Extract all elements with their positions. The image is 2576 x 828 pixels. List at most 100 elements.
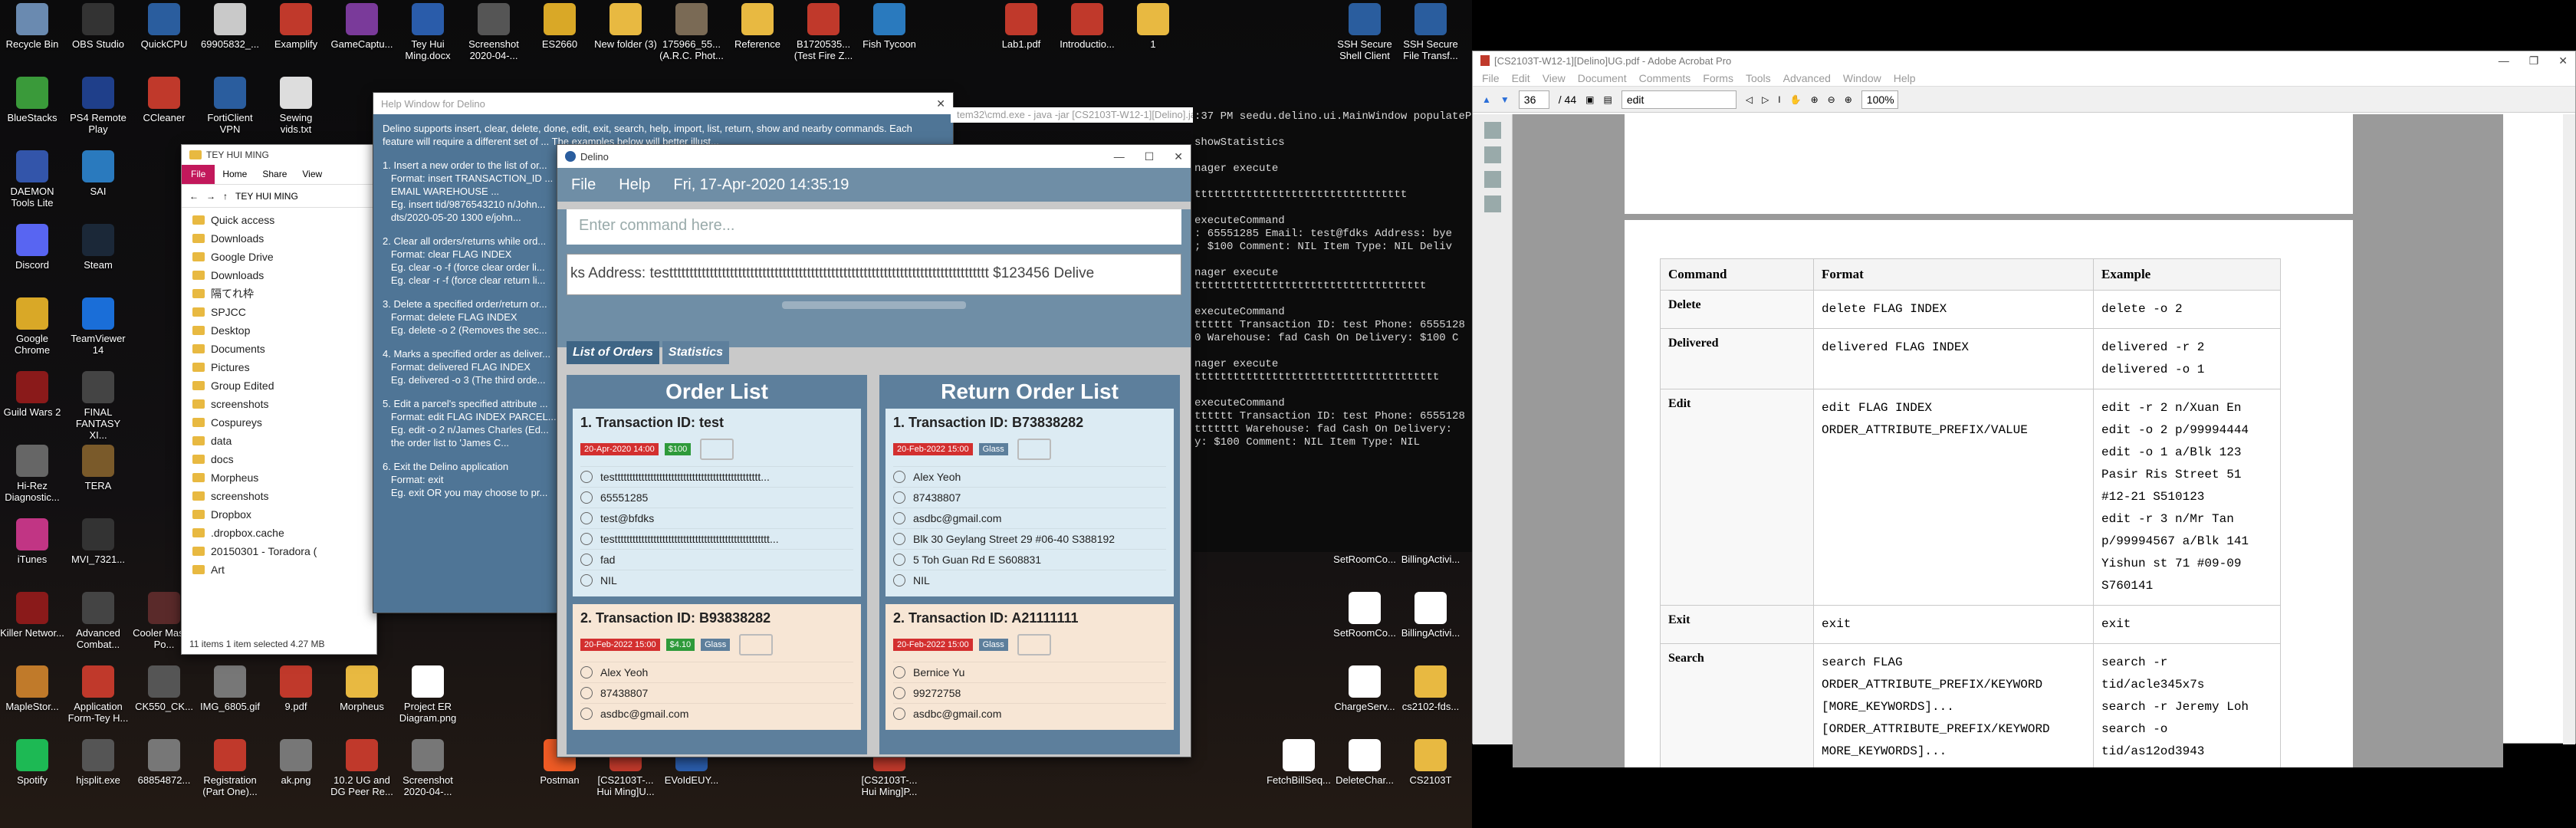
desktop-icon[interactable]: New folder (3) [593,3,658,50]
tab-list-of-orders[interactable]: List of Orders [567,341,659,364]
desktop-icon[interactable]: ChargeServ... [1332,665,1397,712]
desktop-icon[interactable]: Examplify [264,3,328,50]
desktop-icon[interactable]: CS2103T [1398,739,1463,786]
nav-tree-item[interactable]: docs [182,450,376,468]
desktop-icon[interactable]: Screenshot 2020-04-... [396,739,460,797]
tab-statistics[interactable]: Statistics [662,341,730,364]
zoom-tool-icon[interactable]: ⊕ [1811,94,1819,105]
desktop-icon[interactable]: SSH Secure File Transf... [1398,3,1463,61]
desktop-icon[interactable]: Project ER Diagram.png [396,665,460,724]
help-titlebar[interactable]: Help Window for Delino ✕ [373,93,953,114]
desktop-icon[interactable]: BillingActivi... [1398,592,1463,639]
desktop-icon[interactable]: Introductio... [1055,3,1119,50]
nav-tree-item[interactable]: Pictures [182,358,376,376]
nav-tree-item[interactable]: Group Edited [182,376,376,395]
nav-tree-item[interactable]: data [182,432,376,450]
desktop-icon[interactable]: DeleteChar... [1332,739,1397,786]
desktop-icon[interactable]: 69905832_... [198,3,262,50]
desktop-icon[interactable]: SSH Secure Shell Client [1332,3,1397,61]
desktop-icon[interactable]: Tey Hui Ming.docx [396,3,460,61]
nav-tree-item[interactable]: Art [182,560,376,579]
desktop-icon[interactable]: Killer Networ... [0,592,64,639]
nav-tree-item[interactable]: Google Drive [182,248,376,266]
desktop-icon[interactable]: IMG_6805.gif [198,665,262,712]
file-explorer-titlebar[interactable]: TEY HUI MING [182,145,376,165]
nav-tree-item[interactable]: 20150301 - Toradora ( [182,542,376,560]
bookmarks-panel-icon[interactable] [1484,146,1501,163]
command-input[interactable]: Enter command here... [567,209,1181,245]
desktop-icon[interactable]: FetchBillSeq... [1267,739,1331,786]
acrobat-menu-item[interactable]: Edit [1512,72,1530,84]
document-scrollbar[interactable] [2563,114,2575,744]
desktop-icon[interactable]: 175966_55... (A.R.C. Phot... [659,3,724,61]
nav-tree-item[interactable]: SPJCC [182,303,376,321]
forward-arrow-icon[interactable]: → [206,191,215,202]
nav-tree-item[interactable]: 隔てれ枠 [182,284,376,303]
nav-tree-item[interactable]: Downloads [182,266,376,284]
desktop-icon[interactable]: cs2102-fds... [1398,665,1463,712]
desktop-icon[interactable]: Steam [66,224,130,271]
attachments-panel-icon[interactable] [1484,196,1501,212]
desktop-icon[interactable]: Screenshot 2020-04-... [462,3,526,61]
desktop-icon[interactable]: 10.2 UG and DG Peer Re... [330,739,394,797]
acrobat-menu-item[interactable]: Help [1894,72,1916,84]
desktop-icon[interactable]: FINAL FANTASY XI... [66,371,130,441]
desktop-icon[interactable]: Spotify [0,739,64,786]
close-icon[interactable]: ✕ [1174,150,1183,163]
order-card[interactable]: 2. Transaction ID: B93838282 20-Feb-2022 … [573,604,861,730]
pages-panel-icon[interactable] [1484,122,1501,139]
desktop-icon[interactable]: QuickCPU [132,3,196,50]
order-card[interactable]: 1. Transaction ID: test 20-Apr-2020 14:00… [573,409,861,596]
desktop-icon[interactable]: 68854872... [132,739,196,786]
save-icon[interactable]: ▣ [1585,94,1594,105]
order-card[interactable]: 1. Transaction ID: B73838282 20-Feb-2022 … [886,409,1174,596]
result-scrollbar[interactable] [782,301,966,309]
find-next-icon[interactable]: ▷ [1762,94,1769,105]
ribbon-tab-share[interactable]: Share [255,165,294,184]
order-card[interactable]: 2. Transaction ID: A21111111 20-Feb-2022 … [886,604,1174,730]
nav-tree-item[interactable]: Quick access [182,211,376,229]
acrobat-menu-item[interactable]: File [1482,72,1500,84]
desktop-icon[interactable]: ak.png [264,739,328,786]
desktop-icon[interactable]: MapleStor... [0,665,64,712]
ribbon-tab-home[interactable]: Home [215,165,255,184]
acrobat-menu-item[interactable]: Window [1843,72,1881,84]
acrobat-menu-item[interactable]: Document [1578,72,1627,84]
desktop-icon[interactable]: Recycle Bin [0,3,64,50]
desktop-icon[interactable]: Hi-Rez Diagnostic... [0,445,64,503]
select-tool-icon[interactable]: I [1778,94,1780,105]
delino-titlebar[interactable]: Delino — ☐ ✕ [557,145,1191,168]
up-arrow-icon[interactable]: ↑ [223,191,228,202]
desktop-icon[interactable]: Advanced Combat... [66,592,130,650]
acrobat-menu-item[interactable]: View [1543,72,1566,84]
signatures-panel-icon[interactable] [1484,171,1501,188]
nav-tree-item[interactable]: screenshots [182,395,376,413]
restore-icon[interactable]: ❐ [2529,54,2539,67]
desktop-icon[interactable]: TeamViewer 14 [66,297,130,356]
desktop-icon[interactable]: Sewing vids.txt [264,77,328,135]
address-path[interactable]: TEY HUI MING [235,191,298,202]
zoom-in-icon[interactable]: ⊕ [1845,94,1852,105]
maximize-icon[interactable]: ☐ [1145,150,1155,163]
nav-tree-item[interactable]: Desktop [182,321,376,340]
desktop-icon[interactable]: Lab1.pdf [989,3,1053,50]
desktop-icon[interactable]: 9.pdf [264,665,328,712]
back-arrow-icon[interactable]: ← [189,191,199,202]
desktop-icon[interactable]: SAI [66,150,130,197]
desktop-icon[interactable]: Morpheus [330,665,394,712]
desktop-icon[interactable]: Application Form-Tey H... [66,665,130,724]
desktop-icon[interactable]: Guild Wars 2 [0,371,64,418]
find-previous-icon[interactable]: ◁ [1746,94,1753,105]
desktop-icon[interactable]: 1 [1121,3,1185,50]
zoom-input[interactable]: 100% [1861,90,1898,109]
desktop-icon[interactable]: FortiClient VPN [198,77,262,135]
print-icon[interactable]: ▤ [1603,94,1612,105]
nav-tree-item[interactable]: screenshots [182,487,376,505]
hand-tool-icon[interactable]: ✋ [1790,94,1802,105]
desktop-icon[interactable]: iTunes [0,518,64,565]
next-page-icon[interactable]: ▼ [1500,94,1510,105]
desktop-icon[interactable]: BlueStacks [0,77,64,123]
desktop-icon[interactable]: Discord [0,224,64,271]
desktop-icon[interactable]: DAEMON Tools Lite [0,150,64,209]
desktop-icon[interactable]: B1720535... (Test Fire Z... [791,3,856,61]
